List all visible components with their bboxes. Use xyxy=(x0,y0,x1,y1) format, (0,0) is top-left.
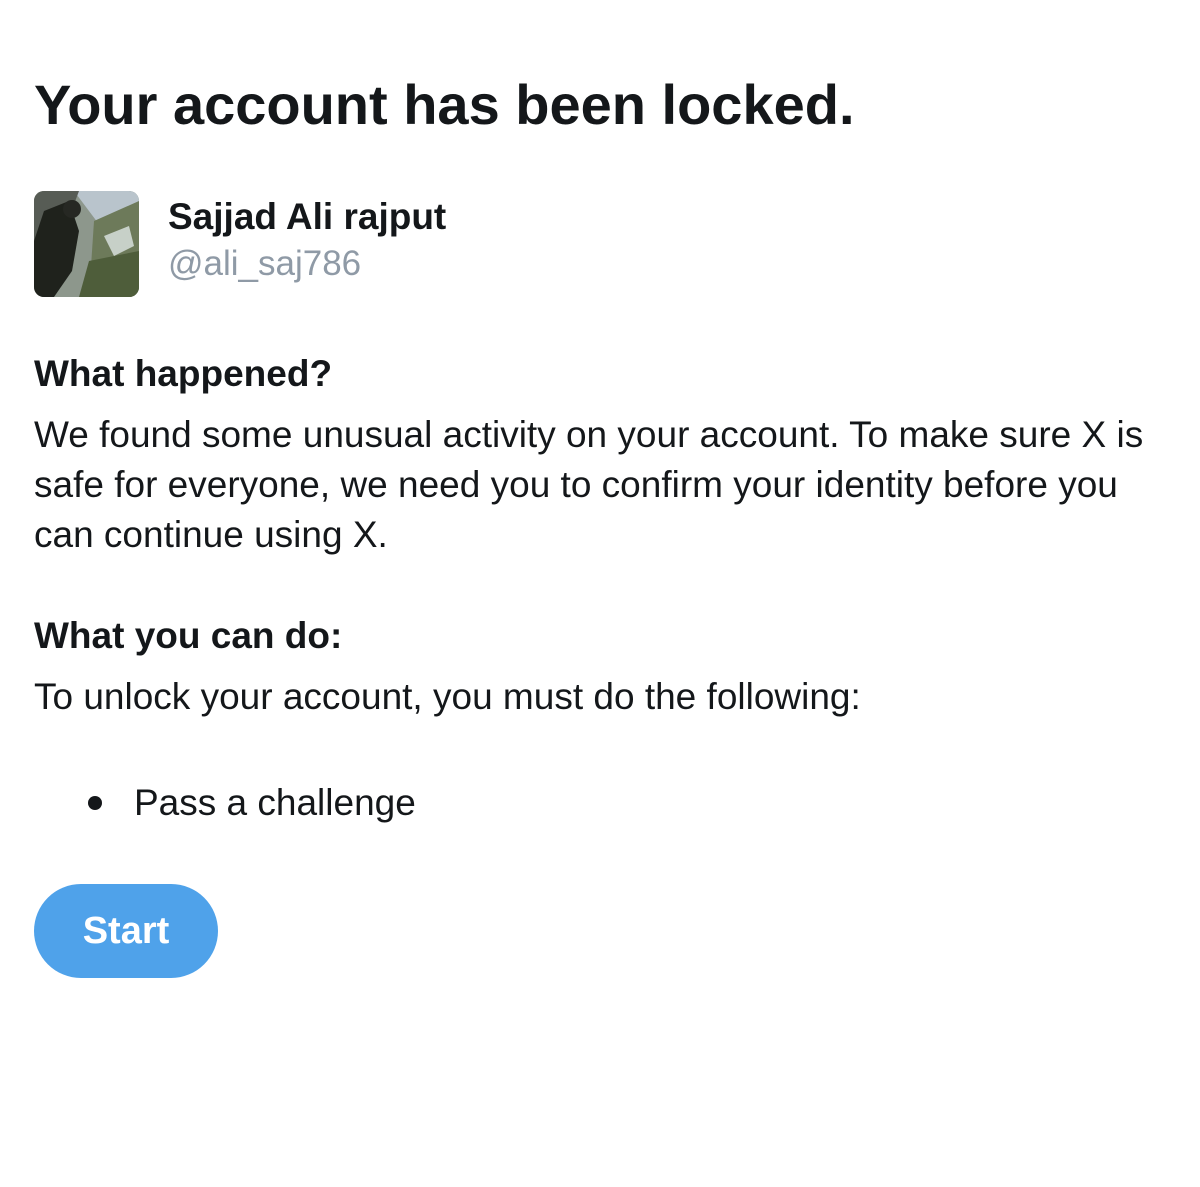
start-button[interactable]: Start xyxy=(34,884,218,978)
page-title: Your account has been locked. xyxy=(34,73,855,136)
what-you-can-do-text: To unlock your account, you must do the … xyxy=(34,676,861,717)
account-handle: @ali_saj786 xyxy=(168,244,362,283)
account-card: Sajjad Ali rajput @ali_saj786 xyxy=(34,191,734,298)
avatar xyxy=(34,191,139,297)
what-happened-heading: What happened? xyxy=(34,353,333,394)
step-label: Pass a challenge xyxy=(134,782,416,823)
list-item: Pass a challenge xyxy=(34,778,416,828)
display-name: Sajjad Ali rajput xyxy=(168,196,447,237)
profile-photo-icon xyxy=(34,191,139,297)
bullet-icon xyxy=(88,796,102,810)
what-you-can-do-heading: What you can do: xyxy=(34,615,343,656)
steps-list: Pass a challenge xyxy=(34,778,416,828)
what-happened-text: We found some unusual activity on your a… xyxy=(34,414,1144,555)
